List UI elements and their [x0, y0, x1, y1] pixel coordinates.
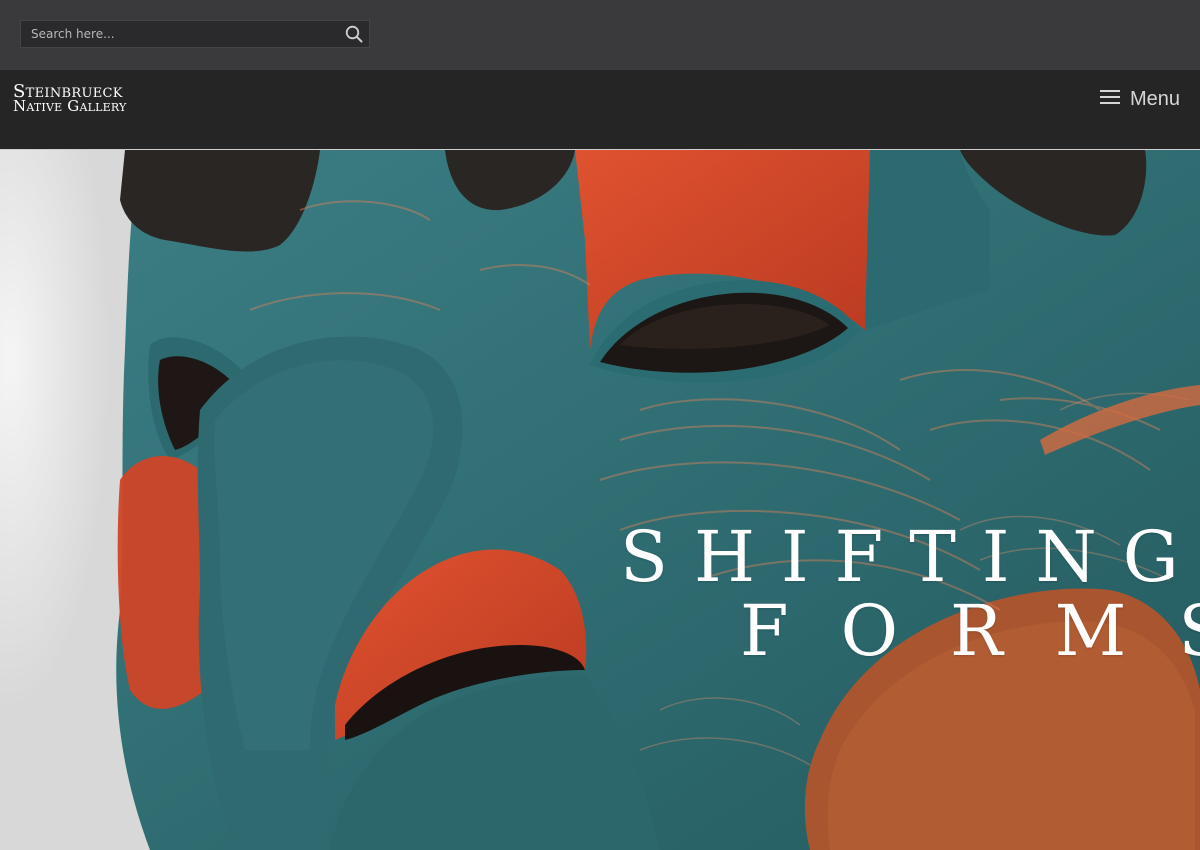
top-bar [0, 0, 1200, 70]
site-header: Steinbrueck Native Gallery Menu [0, 70, 1200, 150]
menu-label: Menu [1129, 87, 1180, 110]
menu-button[interactable]: Menu [1099, 87, 1180, 111]
hero-banner: SHIFTING FORMS [0, 150, 1200, 850]
logo-line-2: Native Gallery [13, 97, 127, 115]
site-logo[interactable]: Steinbrueck Native Gallery [13, 83, 127, 115]
hero-mask-image [0, 150, 1200, 850]
hamburger-icon [1099, 89, 1120, 109]
search-input[interactable] [21, 21, 341, 47]
search-icon[interactable] [343, 23, 365, 45]
search-form [20, 20, 370, 48]
page: Steinbrueck Native Gallery Menu [0, 0, 1200, 850]
